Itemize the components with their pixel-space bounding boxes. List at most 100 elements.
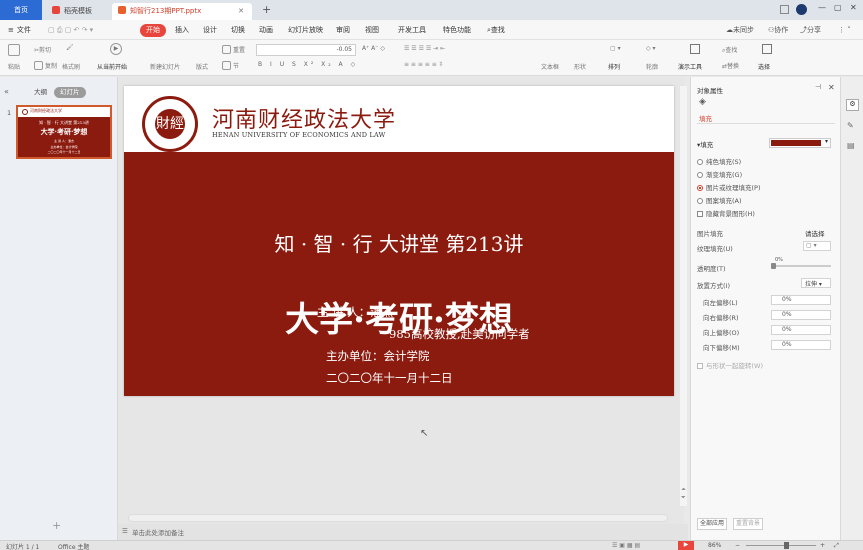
collaborate-button[interactable]: ⚇协作 [768,24,788,37]
minimize-button[interactable]: — [818,3,826,12]
format-painter-icon[interactable]: 🖌 [66,44,74,51]
option-picture[interactable]: 图片或纹理填充(P) [697,182,761,192]
sync-status[interactable]: ☁未同步 [726,24,754,37]
slide-date[interactable]: 二〇二〇年十一月十二日 [326,370,453,386]
zoom-in-button[interactable]: + [820,542,825,549]
shape-effect-dropdown[interactable]: ◇ ▾ [646,45,656,52]
offset-up-input[interactable]: 0% [771,325,831,335]
tab-outline[interactable]: 大纲 [28,87,53,98]
fill-color-picker[interactable]: ▾ [769,138,831,148]
copy-button[interactable]: 复制 [34,61,57,70]
menu-developer[interactable]: 开发工具 [398,24,426,37]
menu-insert[interactable]: 插入 [175,24,189,37]
vertical-scrollbar[interactable] [680,86,687,506]
paragraph-icons[interactable]: ☰ ☰ ☰ ☰ ⇥ ⇤ [404,45,445,52]
page-nav-icons[interactable]: ⏶ ⏷ [681,486,686,502]
slide[interactable]: 財經 河南财经政法大学 HENAN UNIVERSITY OF ECONOMIC… [124,86,674,396]
fit-window-icon[interactable]: ⤢ [834,542,839,550]
maximize-button[interactable]: ▢ [834,3,842,12]
collapse-pane-icon[interactable]: « [4,87,9,96]
zoom-slider-thumb[interactable] [784,542,789,549]
shape-button[interactable]: 形状 [574,62,586,71]
replace-button[interactable]: ⇄替换 [722,61,739,70]
texture-dropdown[interactable]: ▢ ▾ [803,241,831,251]
radio-solid[interactable] [697,159,703,165]
hide-background-option[interactable]: 隐藏背景图形(H) [697,208,755,218]
properties-icon[interactable]: ⚙ [846,99,859,111]
slide-subtitle[interactable]: 知 · 智 · 行 大讲堂 第213讲 [124,228,674,257]
tab-document[interactable]: 知智行213期PPT.pptx ✕ [112,3,252,20]
menu-features[interactable]: 特色功能 [443,24,471,37]
horizontal-scrollbar[interactable] [128,514,668,522]
rotate-with-shape-checkbox[interactable] [697,363,703,369]
tab-home[interactable]: 首页 [0,0,42,20]
layout-icon[interactable] [780,5,789,14]
select-icon[interactable] [762,44,772,54]
select-picture-button[interactable]: 请选择 [805,228,825,238]
new-slide-button[interactable]: 新建幻灯片 [150,62,180,71]
slide-speaker[interactable]: 主 讲 人：潘杰 [317,304,393,320]
play-icon[interactable]: ▶ [110,43,122,55]
font-grow-shrink-icons[interactable]: A⁺ A⁻ ◇ [362,45,385,52]
new-tab-icon[interactable]: + [262,3,271,16]
tab-docer[interactable]: 稻壳模板 [46,3,108,20]
option-solid[interactable]: 纯色填充(S) [697,156,741,166]
option-pattern[interactable]: 图案填充(A) [697,195,742,205]
menu-design[interactable]: 设计 [203,24,217,37]
menu-animation[interactable]: 动画 [259,24,273,37]
fill-dropdown[interactable]: ▢ ▾ [610,45,621,52]
menu-file[interactable]: ≡ 文件 [8,24,31,37]
radio-gradient[interactable] [697,172,703,178]
placement-select[interactable]: 拉伸 ▾ [801,278,831,288]
align-icons[interactable]: ≡ ≡ ≡ ≡ ≡ ⇳ [404,61,444,68]
presenter-tools-button[interactable]: 演示工具 [678,62,702,71]
close-tab-icon[interactable]: ✕ [238,3,244,20]
menu-review[interactable]: 审阅 [336,24,350,37]
menu-slideshow[interactable]: 幻灯片放映 [288,24,323,37]
option-gradient[interactable]: 渐变填充(G) [697,169,742,179]
menu-transition[interactable]: 切换 [231,24,245,37]
close-pane-icon[interactable]: ✕ [828,83,835,92]
slide-thumbnail[interactable]: 河南财经政法大学 知 · 智 · 行 大讲堂 第213讲 大学·考研·梦想 主 … [16,105,112,159]
text-box-button[interactable]: 文本框 [541,62,559,71]
quick-access-icons[interactable]: ▢ ⎙ ▢ ↶ ↷ ▾ [48,24,93,37]
reset-button[interactable]: 重置 [222,45,245,54]
font-size-input[interactable]: -0.05 [256,44,356,56]
search-menu[interactable]: ⌕查找 [487,24,505,37]
tab-fill[interactable]: 填充 [699,113,712,123]
pin-icon[interactable]: ⊣ [815,83,821,91]
notes-area[interactable]: ☰ 单击此处添加备注 [118,524,688,540]
arrange-button[interactable]: 排列 [608,62,620,71]
menu-view[interactable]: 视图 [365,24,379,37]
fill-bucket-icon[interactable]: ◈ [699,97,706,107]
find-button[interactable]: ⌕查找 [722,45,737,55]
style-icon[interactable]: ✎ [847,121,854,130]
slideshow-play-button[interactable]: ▶ [678,541,694,550]
select-button[interactable]: 选择 [758,62,770,71]
radio-pattern[interactable] [697,198,703,204]
hide-background-checkbox[interactable] [697,211,703,217]
more-options-icon[interactable]: ⋮ ˄ [838,24,851,37]
zoom-out-button[interactable]: − [735,542,740,549]
close-window-button[interactable]: ✕ [850,3,857,12]
menu-start[interactable]: 开始 [140,24,166,37]
template-icon[interactable]: ▤ [847,141,855,150]
slider-thumb[interactable] [771,263,776,269]
radio-picture[interactable] [697,185,703,191]
offset-down-input[interactable]: 0% [771,340,831,350]
slide-organizer[interactable]: 主办单位：会计学院 [326,348,430,364]
share-button[interactable]: ⤴分享 [800,24,821,37]
avatar[interactable] [796,4,807,15]
offset-right-input[interactable]: 0% [771,310,831,320]
cut-button[interactable]: ✂剪切 [34,45,51,54]
apply-all-button[interactable]: 全部应用 [697,518,727,530]
section-button[interactable]: 节 [222,61,239,70]
rotate-with-shape-option[interactable]: 与形状一起旋转(W) [697,360,763,370]
outline-button[interactable]: 轮廓 [646,62,658,71]
transparency-slider[interactable] [771,263,831,269]
layout-button[interactable]: 版式 [196,62,208,71]
slide-speaker-desc[interactable]: 985高校教授,赴美访问学者 [389,326,530,342]
from-current-button[interactable]: 从当前开始 [97,62,127,71]
tab-slides[interactable]: 幻灯片 [54,87,86,98]
paste-button[interactable] [8,44,22,56]
